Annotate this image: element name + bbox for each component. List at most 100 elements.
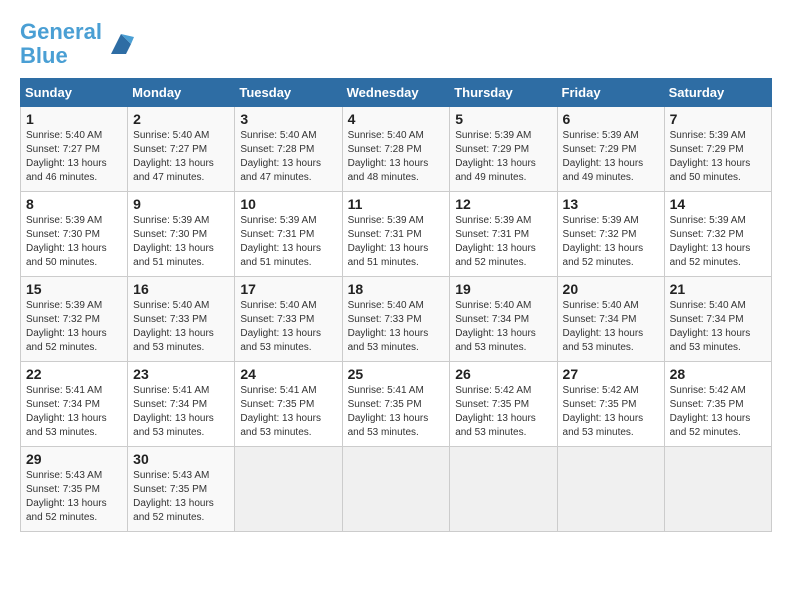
day-number: 18	[348, 281, 445, 297]
day-info: Sunrise: 5:39 AM Sunset: 7:30 PM Dayligh…	[133, 214, 229, 270]
calendar-cell: 24Sunrise: 5:41 AM Sunset: 7:35 PM Dayli…	[235, 362, 342, 447]
day-info: Sunrise: 5:39 AM Sunset: 7:32 PM Dayligh…	[26, 299, 122, 355]
weekday-header: Friday	[557, 79, 664, 107]
day-info: Sunrise: 5:40 AM Sunset: 7:27 PM Dayligh…	[133, 129, 229, 185]
day-number: 23	[133, 366, 229, 382]
calendar-cell: 6 Sunrise: 5:39 AM Sunset: 7:29 PM Daylig…	[557, 107, 664, 192]
day-info: Sunrise: 5:39 AM Sunset: 7:32 PM Dayligh…	[670, 214, 766, 270]
calendar-body: 1 Sunrise: 5:40 AM Sunset: 7:27 PM Daylig…	[21, 107, 772, 532]
day-number: 10	[240, 196, 336, 212]
day-info: Sunrise: 5:40 AM Sunset: 7:33 PM Dayligh…	[133, 299, 229, 355]
day-number: 11	[348, 196, 445, 212]
calendar-cell	[342, 447, 450, 532]
calendar-cell: 12 Sunrise: 5:39 AM Sunset: 7:31 PM Dayli…	[450, 192, 557, 277]
calendar-table: SundayMondayTuesdayWednesdayThursdayFrid…	[20, 78, 772, 532]
day-number: 25	[348, 366, 445, 382]
calendar-cell: 14 Sunrise: 5:39 AM Sunset: 7:32 PM Dayli…	[664, 192, 771, 277]
day-number: 6	[563, 111, 659, 127]
calendar-week-row: 1 Sunrise: 5:40 AM Sunset: 7:27 PM Daylig…	[21, 107, 772, 192]
calendar-cell: 18 Sunrise: 5:40 AM Sunset: 7:33 PM Dayli…	[342, 277, 450, 362]
day-number: 24	[240, 366, 336, 382]
calendar-week-row: 22 Sunrise: 5:41 AM Sunset: 7:34 PM Dayli…	[21, 362, 772, 447]
weekday-header: Monday	[128, 79, 235, 107]
day-number: 27	[563, 366, 659, 382]
calendar-cell: 5 Sunrise: 5:39 AM Sunset: 7:29 PM Daylig…	[450, 107, 557, 192]
day-info: Sunrise: 5:42 AM Sunset: 7:35 PM Dayligh…	[670, 384, 766, 440]
day-number: 12	[455, 196, 551, 212]
day-number: 22	[26, 366, 122, 382]
calendar-cell: 13Sunrise: 5:39 AM Sunset: 7:32 PM Dayli…	[557, 192, 664, 277]
calendar-cell: 22 Sunrise: 5:41 AM Sunset: 7:34 PM Dayli…	[21, 362, 128, 447]
calendar-cell: 15 Sunrise: 5:39 AM Sunset: 7:32 PM Dayli…	[21, 277, 128, 362]
calendar-cell	[235, 447, 342, 532]
calendar-cell: 1 Sunrise: 5:40 AM Sunset: 7:27 PM Daylig…	[21, 107, 128, 192]
day-info: Sunrise: 5:40 AM Sunset: 7:33 PM Dayligh…	[348, 299, 445, 355]
day-info: Sunrise: 5:39 AM Sunset: 7:31 PM Dayligh…	[240, 214, 336, 270]
day-number: 3	[240, 111, 336, 127]
day-info: Sunrise: 5:42 AM Sunset: 7:35 PM Dayligh…	[563, 384, 659, 440]
day-info: Sunrise: 5:43 AM Sunset: 7:35 PM Dayligh…	[26, 469, 122, 525]
day-number: 5	[455, 111, 551, 127]
weekday-header: Tuesday	[235, 79, 342, 107]
day-number: 15	[26, 281, 122, 297]
day-info: Sunrise: 5:40 AM Sunset: 7:28 PM Dayligh…	[348, 129, 445, 185]
day-info: Sunrise: 5:40 AM Sunset: 7:33 PM Dayligh…	[240, 299, 336, 355]
logo: General Blue	[20, 20, 136, 68]
day-info: Sunrise: 5:39 AM Sunset: 7:31 PM Dayligh…	[455, 214, 551, 270]
day-number: 17	[240, 281, 336, 297]
day-info: Sunrise: 5:40 AM Sunset: 7:27 PM Dayligh…	[26, 129, 122, 185]
logo-text: General Blue	[20, 20, 102, 68]
day-info: Sunrise: 5:40 AM Sunset: 7:34 PM Dayligh…	[670, 299, 766, 355]
day-number: 14	[670, 196, 766, 212]
page-header: General Blue	[20, 20, 772, 68]
calendar-cell: 29 Sunrise: 5:43 AM Sunset: 7:35 PM Dayli…	[21, 447, 128, 532]
day-number: 16	[133, 281, 229, 297]
calendar-cell: 20Sunrise: 5:40 AM Sunset: 7:34 PM Dayli…	[557, 277, 664, 362]
calendar-cell: 26Sunrise: 5:42 AM Sunset: 7:35 PM Dayli…	[450, 362, 557, 447]
day-info: Sunrise: 5:41 AM Sunset: 7:34 PM Dayligh…	[26, 384, 122, 440]
calendar-week-row: 8 Sunrise: 5:39 AM Sunset: 7:30 PM Daylig…	[21, 192, 772, 277]
calendar-cell: 16 Sunrise: 5:40 AM Sunset: 7:33 PM Dayli…	[128, 277, 235, 362]
calendar-cell: 17 Sunrise: 5:40 AM Sunset: 7:33 PM Dayli…	[235, 277, 342, 362]
calendar-cell: 30 Sunrise: 5:43 AM Sunset: 7:35 PM Dayli…	[128, 447, 235, 532]
calendar-cell: 25 Sunrise: 5:41 AM Sunset: 7:35 PM Dayli…	[342, 362, 450, 447]
day-info: Sunrise: 5:39 AM Sunset: 7:29 PM Dayligh…	[563, 129, 659, 185]
day-info: Sunrise: 5:39 AM Sunset: 7:31 PM Dayligh…	[348, 214, 445, 270]
day-number: 1	[26, 111, 122, 127]
calendar-cell: 10 Sunrise: 5:39 AM Sunset: 7:31 PM Dayli…	[235, 192, 342, 277]
day-info: Sunrise: 5:39 AM Sunset: 7:30 PM Dayligh…	[26, 214, 122, 270]
day-number: 4	[348, 111, 445, 127]
logo-icon	[106, 29, 136, 59]
day-info: Sunrise: 5:40 AM Sunset: 7:34 PM Dayligh…	[455, 299, 551, 355]
calendar-cell	[450, 447, 557, 532]
calendar-cell: 19 Sunrise: 5:40 AM Sunset: 7:34 PM Dayli…	[450, 277, 557, 362]
calendar-cell: 23Sunrise: 5:41 AM Sunset: 7:34 PM Dayli…	[128, 362, 235, 447]
calendar-header-row: SundayMondayTuesdayWednesdayThursdayFrid…	[21, 79, 772, 107]
day-number: 8	[26, 196, 122, 212]
calendar-week-row: 29 Sunrise: 5:43 AM Sunset: 7:35 PM Dayli…	[21, 447, 772, 532]
calendar-cell	[557, 447, 664, 532]
calendar-cell: 4 Sunrise: 5:40 AM Sunset: 7:28 PM Daylig…	[342, 107, 450, 192]
weekday-header: Sunday	[21, 79, 128, 107]
weekday-header: Wednesday	[342, 79, 450, 107]
day-info: Sunrise: 5:43 AM Sunset: 7:35 PM Dayligh…	[133, 469, 229, 525]
calendar-cell: 7Sunrise: 5:39 AM Sunset: 7:29 PM Daylig…	[664, 107, 771, 192]
day-number: 13	[563, 196, 659, 212]
day-number: 29	[26, 451, 122, 467]
calendar-cell	[664, 447, 771, 532]
day-number: 19	[455, 281, 551, 297]
calendar-cell: 3 Sunrise: 5:40 AM Sunset: 7:28 PM Daylig…	[235, 107, 342, 192]
day-info: Sunrise: 5:40 AM Sunset: 7:28 PM Dayligh…	[240, 129, 336, 185]
day-number: 21	[670, 281, 766, 297]
calendar-cell: 2Sunrise: 5:40 AM Sunset: 7:27 PM Daylig…	[128, 107, 235, 192]
calendar-cell: 11 Sunrise: 5:39 AM Sunset: 7:31 PM Dayli…	[342, 192, 450, 277]
day-info: Sunrise: 5:40 AM Sunset: 7:34 PM Dayligh…	[563, 299, 659, 355]
calendar-cell: 9Sunrise: 5:39 AM Sunset: 7:30 PM Daylig…	[128, 192, 235, 277]
day-info: Sunrise: 5:42 AM Sunset: 7:35 PM Dayligh…	[455, 384, 551, 440]
calendar-cell: 8 Sunrise: 5:39 AM Sunset: 7:30 PM Daylig…	[21, 192, 128, 277]
calendar-cell: 27 Sunrise: 5:42 AM Sunset: 7:35 PM Dayli…	[557, 362, 664, 447]
day-info: Sunrise: 5:39 AM Sunset: 7:29 PM Dayligh…	[455, 129, 551, 185]
day-info: Sunrise: 5:41 AM Sunset: 7:35 PM Dayligh…	[348, 384, 445, 440]
day-number: 30	[133, 451, 229, 467]
calendar-cell: 28Sunrise: 5:42 AM Sunset: 7:35 PM Dayli…	[664, 362, 771, 447]
